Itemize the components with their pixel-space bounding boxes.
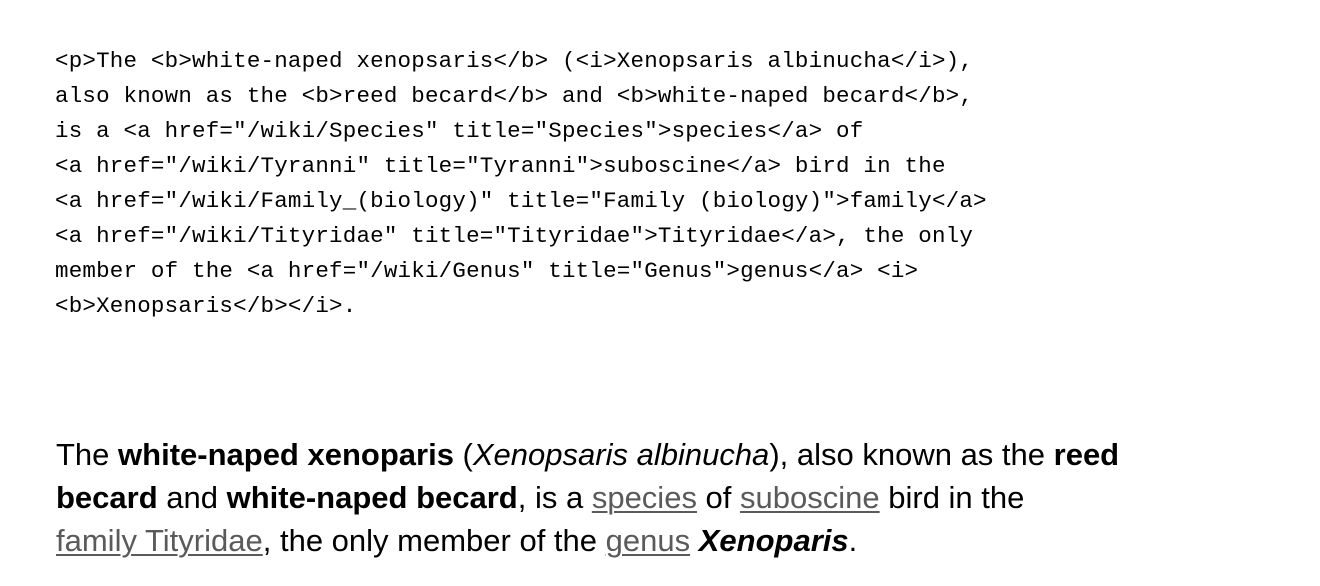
wiki-link[interactable]: family Tityridae [56,523,263,558]
code-line: member of the <a href="/wiki/Genus" titl… [55,258,919,284]
text-run: and [157,480,227,515]
bold-run: white-naped xenoparis [118,437,454,472]
text-run: The [56,437,119,472]
text-run: bird in the [879,480,1025,515]
text-run: . [848,523,858,558]
code-line: is a <a href="/wiki/Species" title="Spec… [55,118,864,144]
html-source-code-block: <p>The <b>white-naped xenopsaris</b> (<i… [55,44,1285,324]
code-line: <a href="/wiki/Tityridae" title="Tityrid… [55,223,974,249]
rendered-paragraph: The white-naped xenoparis (Xenopsaris al… [56,433,1206,562]
wiki-link[interactable]: genus [606,523,690,558]
genus-name: Xenoparis [698,523,849,558]
code-line: <a href="/wiki/Family_(biology)" title="… [55,188,987,214]
code-line: <p>The <b>white-naped xenopsaris</b> (<i… [55,48,974,74]
code-line: <a href="/wiki/Tyranni" title="Tyranni">… [55,153,946,179]
italic-run: Xenopsaris albinucha [472,437,770,472]
code-line: <b>Xenopsaris</b></i>. [55,293,357,319]
text-run: ), also known as the [769,437,1054,472]
text-run: ( [453,437,473,472]
wiki-link[interactable]: suboscine [740,480,880,515]
text-run: of [696,480,741,515]
code-line: also known as the <b>reed becard</b> and… [55,83,974,109]
text-run [690,523,699,558]
bold-run: white-naped becard [226,480,518,515]
text-run: , the only member of the [262,523,606,558]
wiki-link[interactable]: species [592,480,697,515]
text-run: , is a [517,480,592,515]
